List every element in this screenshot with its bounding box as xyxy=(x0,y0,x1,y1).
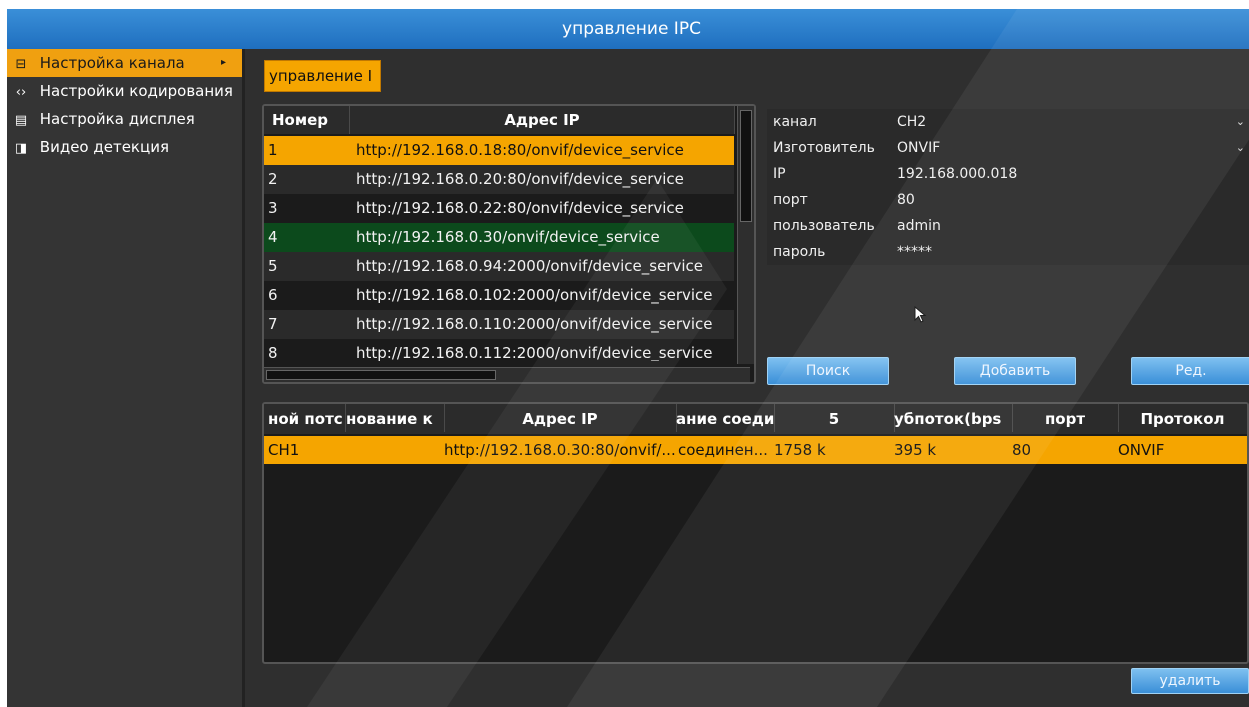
mouse-cursor-icon xyxy=(914,306,927,323)
row-number: 8 xyxy=(268,344,278,361)
ipc-management-window: управление IPC ⊟ Настройка канала ▸ ‹› Н… xyxy=(7,9,1249,707)
field-label: пароль xyxy=(773,244,826,260)
user-input-value: admin xyxy=(897,218,941,234)
channel-field[interactable]: канал CH2 ⌄ xyxy=(767,109,1249,135)
encoding-icon: ‹› xyxy=(15,85,27,100)
row-protocol: ONVIF xyxy=(1118,441,1165,459)
row-substream: 395 k xyxy=(894,441,937,459)
edit-button[interactable]: Ред. xyxy=(1131,357,1249,385)
column-header-substream[interactable]: убпоток(bps xyxy=(894,404,1013,432)
table-row[interactable]: CH1 http://192.168.0.30:80/onvif/... сое… xyxy=(264,436,1247,464)
row-number: 3 xyxy=(268,199,278,217)
add-button[interactable]: Добавить xyxy=(954,357,1076,385)
added-devices-table: ной потс нование к Адрес IP ание соеди 5… xyxy=(262,402,1249,664)
sidebar-item-video-detection[interactable]: ◨ Видео детекция xyxy=(7,133,242,161)
row-address: http://192.168.0.30:80/onvif/... xyxy=(444,441,676,459)
table-header: ной потс нование к Адрес IP ание соеди 5… xyxy=(264,404,1247,434)
row-address: http://192.168.0.18:80/onvif/device_serv… xyxy=(356,141,684,159)
row-address: http://192.168.0.112:2000/onvif/device_s… xyxy=(356,344,713,361)
column-header-channel[interactable]: ной потс xyxy=(264,404,346,432)
ip-input-value: 192.168.000.018 xyxy=(897,166,1018,182)
table-row[interactable]: 8 http://192.168.0.112:2000/onvif/device… xyxy=(264,339,734,361)
field-label: IP xyxy=(773,166,786,182)
chevron-down-icon: ⌄ xyxy=(1235,141,1245,154)
column-header-port[interactable]: порт xyxy=(1012,404,1119,432)
row-number: 7 xyxy=(268,315,278,333)
manufacturer-field[interactable]: Изготовитель ONVIF ⌄ xyxy=(767,135,1249,161)
row-number: 6 xyxy=(268,286,278,304)
channel-select-value: CH2 xyxy=(897,114,927,130)
display-icon: ▤ xyxy=(14,113,28,128)
sidebar: ⊟ Настройка канала ▸ ‹› Настройки кодиро… xyxy=(7,49,245,707)
row-address: http://192.168.0.110:2000/onvif/device_s… xyxy=(356,315,713,333)
port-field[interactable]: порт 80 xyxy=(767,187,1249,213)
table-header: Номер Адрес IP xyxy=(264,106,735,134)
scrollbar-thumb[interactable] xyxy=(740,110,752,222)
search-button[interactable]: Поиск xyxy=(767,357,889,385)
chevron-down-icon: ⌄ xyxy=(1235,115,1245,128)
field-label: Изготовитель xyxy=(773,140,875,156)
field-label: порт xyxy=(773,192,808,208)
video-detect-icon: ◨ xyxy=(14,141,28,156)
row-address: http://192.168.0.22:80/onvif/device_serv… xyxy=(356,199,684,217)
column-header-status[interactable]: ание соеди xyxy=(676,404,775,432)
row-channel: CH1 xyxy=(268,441,300,459)
table-row[interactable]: 4 http://192.168.0.30/onvif/device_servi… xyxy=(264,223,734,252)
table-row[interactable]: 2 http://192.168.0.20:80/onvif/device_se… xyxy=(264,165,734,194)
table-row[interactable]: 7 http://192.168.0.110:2000/onvif/device… xyxy=(264,310,734,339)
table-row[interactable]: 3 http://192.168.0.22:80/onvif/device_se… xyxy=(264,194,734,223)
row-address: http://192.168.0.20:80/onvif/device_serv… xyxy=(356,170,684,188)
password-input-value: ***** xyxy=(897,244,932,260)
row-address: http://192.168.0.30/onvif/device_service xyxy=(356,228,660,246)
sidebar-item-label: Видео детекция xyxy=(39,138,169,156)
port-input-value: 80 xyxy=(897,192,915,208)
row-address: http://192.168.0.94:2000/onvif/device_se… xyxy=(356,257,703,275)
channel-setup-icon: ⊟ xyxy=(15,57,27,72)
row-status: соединен... xyxy=(678,441,768,459)
field-label: пользователь xyxy=(773,218,875,234)
table-row[interactable]: 5 http://192.168.0.94:2000/onvif/device_… xyxy=(264,252,734,281)
submenu-arrow-icon: ▸ xyxy=(221,57,227,68)
delete-button[interactable]: удалить xyxy=(1131,668,1249,694)
scrollbar-thumb[interactable] xyxy=(266,370,496,380)
column-header-name[interactable]: нование к xyxy=(346,404,445,432)
column-header-mainstream[interactable]: 5 xyxy=(774,404,895,432)
column-header-number[interactable]: Номер xyxy=(264,106,350,134)
row-mainstream: 1758 k xyxy=(774,441,826,459)
sidebar-item-encoding[interactable]: ‹› Настройки кодирования xyxy=(7,77,242,105)
user-field[interactable]: пользователь admin xyxy=(767,213,1249,239)
row-port: 80 xyxy=(1012,441,1032,459)
horizontal-scrollbar[interactable] xyxy=(264,367,750,382)
password-field[interactable]: пароль ***** xyxy=(767,239,1249,265)
sidebar-item-label: Настройки кодирования xyxy=(39,82,233,100)
sidebar-item-display[interactable]: ▤ Настройка дисплея xyxy=(7,105,242,133)
row-number: 5 xyxy=(268,257,278,275)
field-label: канал xyxy=(773,114,817,130)
row-address: http://192.168.0.102:2000/onvif/device_s… xyxy=(356,286,713,304)
tab-ipc-management[interactable]: управление I xyxy=(264,60,381,92)
manufacturer-select-value: ONVIF xyxy=(897,140,941,156)
sidebar-item-label: Настройка канала xyxy=(39,54,185,72)
row-number: 1 xyxy=(268,141,278,159)
row-number: 4 xyxy=(268,228,278,246)
ip-field[interactable]: IP 192.168.000.018 xyxy=(767,161,1249,187)
window-title: управление IPC xyxy=(7,9,1249,49)
column-header-ip[interactable]: Адрес IP xyxy=(350,106,735,134)
sidebar-item-label: Настройка дисплея xyxy=(39,110,195,128)
vertical-scrollbar[interactable] xyxy=(737,106,754,364)
row-number: 2 xyxy=(268,170,278,188)
column-header-protocol[interactable]: Протокол xyxy=(1118,404,1247,432)
column-header-ip[interactable]: Адрес IP xyxy=(444,404,677,432)
search-results-table: Номер Адрес IP 1 http://192.168.0.18:80/… xyxy=(262,104,756,384)
table-row[interactable]: 6 http://192.168.0.102:2000/onvif/device… xyxy=(264,281,734,310)
table-row[interactable]: 1 http://192.168.0.18:80/onvif/device_se… xyxy=(264,136,734,165)
sidebar-item-channel-setup[interactable]: ⊟ Настройка канала ▸ xyxy=(7,49,242,77)
